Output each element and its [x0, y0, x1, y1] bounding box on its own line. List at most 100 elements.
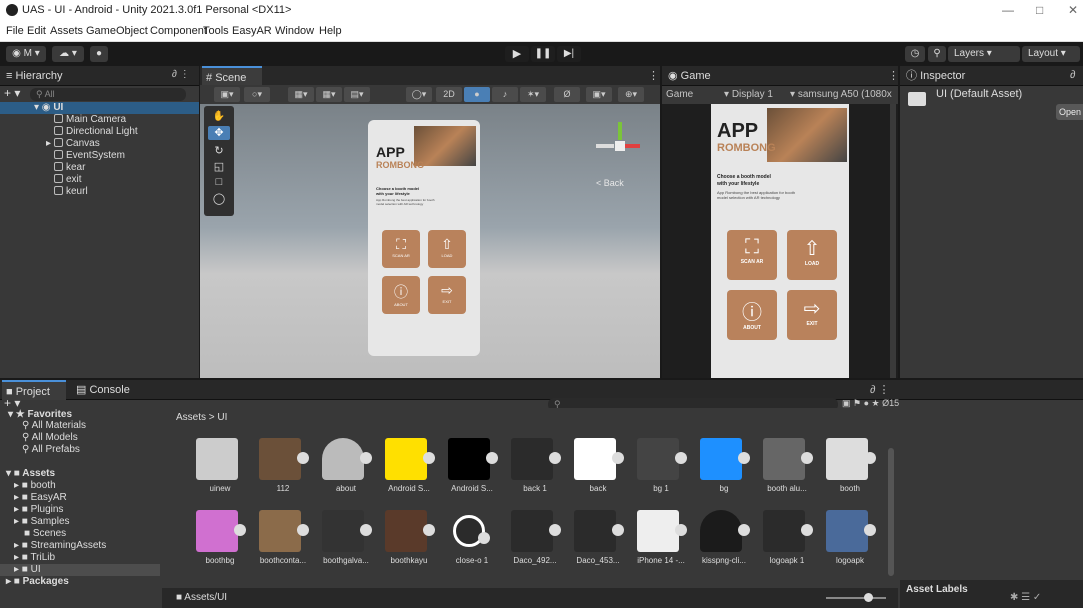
asset-item[interactable]: logoapk	[816, 510, 876, 580]
expand-icon[interactable]	[675, 452, 687, 464]
game-mode-dropdown[interactable]: Game	[666, 89, 693, 100]
expand-icon[interactable]	[297, 452, 309, 464]
asset-item[interactable]: uinew	[186, 438, 246, 508]
hand-tool-icon[interactable]: ✋	[208, 111, 230, 122]
menu-gameobject[interactable]: GameObject	[86, 25, 148, 37]
expand-icon[interactable]	[360, 524, 372, 536]
cloud-icon[interactable]: ☁ ▾	[52, 46, 84, 62]
add-object-button[interactable]: + ▾	[4, 86, 20, 100]
lighting-icon[interactable]: ●	[464, 87, 490, 102]
orientation-gizmo-icon[interactable]	[596, 122, 646, 172]
gizmos-icon[interactable]: ⊕▾	[618, 87, 644, 102]
expand-icon[interactable]	[549, 524, 561, 536]
breadcrumb[interactable]: Assets > UI	[176, 412, 227, 423]
asset-item[interactable]: kisspng-cli...	[690, 510, 750, 580]
hierarchy-item-keurl[interactable]: keurl	[0, 186, 88, 198]
expand-icon[interactable]	[675, 524, 687, 536]
transform-tool-icon[interactable]: ◯	[208, 192, 230, 205]
folder-scenes[interactable]: ■ Scenes	[0, 528, 66, 540]
hierarchy-item-main-camera[interactable]: Main Camera	[0, 114, 126, 126]
expand-icon[interactable]	[478, 532, 490, 544]
folder-easyar[interactable]: ▸ ■ EasyAR	[0, 492, 67, 504]
menu-tools[interactable]: Tools	[203, 25, 229, 37]
open-button[interactable]: Open	[1056, 104, 1083, 120]
scene-menu-icon[interactable]: ⋮	[648, 69, 659, 82]
expand-icon[interactable]	[801, 524, 813, 536]
play-icon[interactable]: ▶	[505, 46, 529, 62]
expand-icon[interactable]	[549, 452, 561, 464]
grid-snap-icon[interactable]: ▦▾	[288, 87, 314, 102]
folder-plugins[interactable]: ▸ ■ Plugins	[0, 504, 63, 516]
expand-icon[interactable]	[360, 452, 372, 464]
asset-item[interactable]: boothkayu	[375, 510, 435, 580]
load-button[interactable]: ⇧ LOAD	[787, 230, 837, 280]
scale-tool-icon[interactable]: ◱	[208, 160, 230, 173]
asset-item[interactable]: booth alu...	[753, 438, 813, 508]
asset-item[interactable]: bg 1	[627, 438, 687, 508]
layout-dropdown[interactable]: Layout ▾	[1022, 46, 1080, 62]
expand-icon[interactable]	[486, 452, 498, 464]
hidden-icon[interactable]: Ø	[554, 87, 580, 102]
asset-item[interactable]: boothconta...	[249, 510, 309, 580]
tab-inspector[interactable]: ⓘ Inspector	[902, 66, 965, 86]
expand-icon[interactable]	[423, 452, 435, 464]
menu-component[interactable]: Component	[150, 25, 207, 37]
menu-easyar[interactable]: EasyAR	[232, 25, 272, 37]
rect-tool-icon[interactable]: □	[208, 176, 230, 188]
menu-window[interactable]: Window	[275, 25, 314, 37]
collab-icon[interactable]: ●	[90, 46, 108, 62]
asset-item[interactable]: close-o 1	[438, 510, 498, 580]
folder-ui[interactable]: ▸ ■ UI	[0, 564, 160, 576]
folder-booth[interactable]: ▸ ■ booth	[0, 480, 56, 492]
expand-icon[interactable]	[864, 524, 876, 536]
fav-all-prefabs[interactable]: ⚲ All Prefabs	[0, 444, 80, 456]
expand-icon[interactable]	[864, 452, 876, 464]
menu-assets[interactable]: Assets	[50, 25, 83, 37]
asset-item[interactable]: logoapk 1	[753, 510, 813, 580]
menu-help[interactable]: Help	[319, 25, 342, 37]
layers-dropdown[interactable]: Layers ▾	[948, 46, 1020, 62]
exit-button[interactable]: ⇨ EXIT	[787, 290, 837, 340]
status-icons[interactable]: ✱ ☰ ✓	[1010, 592, 1041, 603]
hierarchy-search-input[interactable]: ⚲ All	[30, 88, 186, 101]
shading-icon[interactable]: ◯▾	[406, 87, 432, 102]
packages-root[interactable]: ▸ ■ Packages	[0, 576, 69, 588]
step-icon[interactable]: ▶|	[557, 46, 581, 62]
tab-game[interactable]: ◉ Game	[664, 66, 711, 86]
menu-file[interactable]: File	[6, 25, 24, 37]
zoom-slider-thumb[interactable]	[864, 593, 873, 602]
project-lock-icon[interactable]: ∂ ⋮	[870, 383, 890, 396]
close-icon[interactable]: ✕	[1068, 3, 1078, 17]
fav-all-models[interactable]: ⚲ All Models	[0, 432, 78, 444]
asset-item[interactable]: 112	[249, 438, 309, 508]
asset-item[interactable]: about	[312, 438, 372, 508]
hierarchy-item-eventsystem[interactable]: EventSystem	[0, 150, 125, 162]
asset-item[interactable]: back	[564, 438, 624, 508]
expand-icon[interactable]	[612, 524, 624, 536]
asset-item[interactable]: iPhone 14 -...	[627, 510, 687, 580]
asset-item[interactable]: boothgalva...	[312, 510, 372, 580]
move-tool-icon[interactable]: ✥	[208, 126, 230, 140]
asset-item[interactable]: boothbg	[186, 510, 246, 580]
account-button[interactable]: ◉ M ▾	[6, 46, 46, 62]
scene-about-tile[interactable]: ⓘ ABOUT	[382, 276, 420, 314]
asset-item[interactable]: Android S...	[438, 438, 498, 508]
expand-icon[interactable]	[234, 524, 246, 536]
menu-edit[interactable]: Edit	[27, 25, 46, 37]
tab-console[interactable]: ▤ Console	[72, 380, 130, 400]
tab-scene[interactable]: # Scene	[202, 66, 262, 86]
scene-viewport[interactable]: ✋ ✥ ↻ ◱ □ ◯ APP ROMBONG Choose a booth m…	[200, 104, 660, 378]
lock-icon[interactable]: ∂ ⋮	[172, 69, 190, 80]
back-label[interactable]: < Back	[596, 178, 624, 188]
folder-trilib[interactable]: ▸ ■ TriLib	[0, 552, 55, 564]
hierarchy-item-exit[interactable]: exit	[0, 174, 82, 186]
expand-icon[interactable]	[801, 452, 813, 464]
folder-streamingassets[interactable]: ▸ ■ StreamingAssets	[0, 540, 106, 552]
game-menu-icon[interactable]: ⋮	[888, 69, 899, 82]
effects-icon[interactable]: ✶▾	[520, 87, 546, 102]
scene-scan-tile[interactable]: ⛶ SCAN AR	[382, 230, 420, 268]
maximize-icon[interactable]: □	[1036, 3, 1043, 17]
game-viewport[interactable]: APP ROMBONG Choose a booth model with yo…	[662, 104, 898, 378]
asset-scrollbar[interactable]	[888, 448, 894, 576]
scene-canvas-preview[interactable]: APP ROMBONG Choose a booth model with yo…	[368, 120, 480, 356]
